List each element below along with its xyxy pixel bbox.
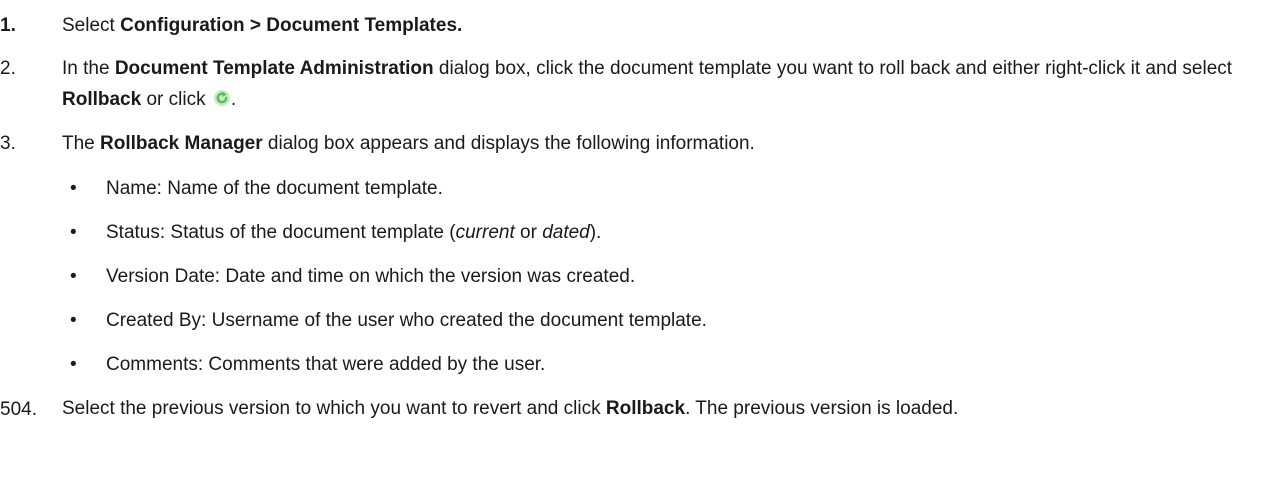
- bullet-text: Status: Status of the document template …: [106, 222, 602, 243]
- dialog-name: Document Template Administration: [114, 58, 434, 79]
- step-number: 1.: [0, 15, 16, 36]
- bullet-text: Name: Name of the document template.: [106, 178, 443, 199]
- menu-path: Configuration > Document Templates.: [120, 15, 463, 36]
- bullet-glyph: •: [70, 266, 77, 287]
- rollback-command: Rollback: [62, 89, 142, 110]
- bullet-text: Comments: Comments that were added by th…: [106, 354, 546, 375]
- step-text: The Rollback Manager dialog box appears …: [62, 133, 755, 154]
- rollback-command: Rollback: [605, 398, 686, 419]
- dialog-name: Rollback Manager: [100, 133, 263, 154]
- step-text: In the Document Template Administration …: [62, 58, 1233, 110]
- bullet-glyph: •: [70, 310, 77, 331]
- step-text: Select the previous version to which you…: [62, 398, 959, 419]
- bullet-text: Version Date: Date and time on which the…: [106, 266, 636, 287]
- step-number: 3.: [0, 133, 16, 154]
- bullet-glyph: •: [70, 354, 77, 375]
- step-text: Select Configuration > Document Template…: [62, 15, 463, 36]
- step-number: 2.: [0, 58, 16, 79]
- bullet-text: Created By: Username of the user who cre…: [106, 310, 707, 331]
- bullet-glyph: •: [70, 222, 77, 243]
- bullet-glyph: •: [70, 178, 77, 199]
- rollback-icon: [213, 86, 231, 106]
